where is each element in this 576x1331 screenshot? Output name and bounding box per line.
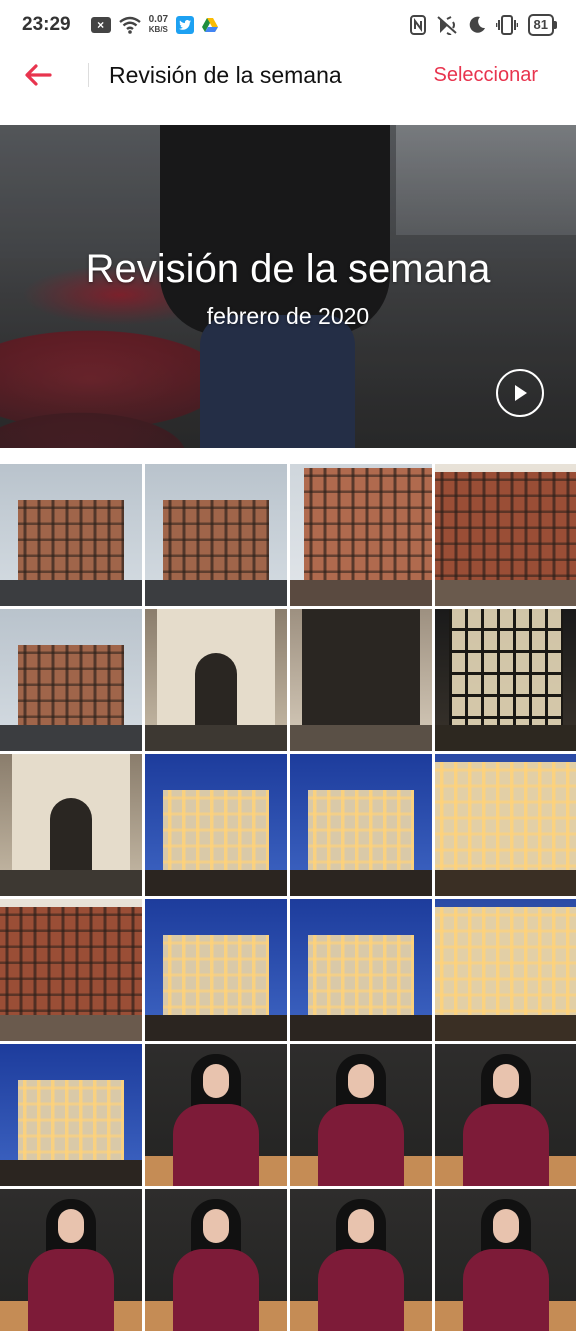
photo-thumbnail[interactable] — [145, 1044, 287, 1186]
photo-thumbnail[interactable] — [0, 1189, 142, 1331]
play-button[interactable] — [496, 369, 544, 417]
status-time: 23:29 — [22, 14, 71, 35]
status-bar-left: 23:29 × 0.07 KB/S — [22, 14, 219, 36]
photo-thumbnail[interactable] — [0, 754, 142, 896]
cover-subtitle: febrero de 2020 — [206, 303, 370, 329]
network-speed: 0.07 KB/S — [149, 15, 168, 35]
photo-thumbnail[interactable] — [290, 609, 432, 751]
photo-thumbnail[interactable] — [290, 754, 432, 896]
notification-x-icon: × — [90, 17, 111, 33]
photo-thumbnail[interactable] — [145, 1189, 287, 1331]
photo-thumbnail[interactable] — [290, 899, 432, 1041]
photo-thumbnail[interactable] — [290, 1189, 432, 1331]
select-button[interactable]: Seleccionar — [433, 64, 538, 87]
cover-title: Revisión de la semana — [85, 247, 491, 291]
memory-cover[interactable]: Revisión de la semana febrero de 2020 — [0, 125, 576, 448]
photo-thumbnail[interactable] — [435, 1189, 576, 1331]
vibrate-off-icon — [436, 15, 458, 35]
photo-thumbnail[interactable] — [0, 899, 142, 1041]
status-bar-right: 81 — [409, 14, 558, 36]
play-icon — [515, 385, 527, 401]
network-speed-unit: KB/S — [148, 25, 168, 34]
photo-thumbnail[interactable] — [435, 464, 576, 606]
photo-thumbnail[interactable] — [290, 464, 432, 606]
photo-thumbnail[interactable] — [290, 1044, 432, 1186]
nfc-icon — [409, 15, 426, 35]
moon-icon — [468, 16, 486, 34]
photo-thumbnail[interactable] — [435, 754, 576, 896]
wifi-icon — [118, 16, 141, 34]
battery-icon: 81 — [527, 14, 558, 36]
photo-grid — [0, 464, 576, 1331]
twitter-icon — [176, 16, 195, 34]
status-bar: 23:29 × 0.07 KB/S 81 — [0, 0, 576, 50]
photo-thumbnail[interactable] — [145, 609, 287, 751]
arrow-left-icon — [25, 64, 52, 86]
back-button[interactable] — [24, 50, 84, 100]
drive-icon — [202, 18, 219, 32]
photo-thumbnail[interactable] — [0, 1044, 142, 1186]
photo-thumbnail[interactable] — [145, 899, 287, 1041]
photo-thumbnail[interactable] — [0, 464, 142, 606]
photo-thumbnail[interactable] — [0, 609, 142, 751]
app-bar: Revisión de la semana Seleccionar — [0, 50, 576, 100]
photo-thumbnail[interactable] — [435, 1044, 576, 1186]
photo-thumbnail[interactable] — [145, 754, 287, 896]
photo-thumbnail[interactable] — [145, 464, 287, 606]
vibrate-icon — [495, 15, 518, 35]
photo-thumbnail[interactable] — [435, 899, 576, 1041]
app-bar-divider — [88, 63, 89, 87]
photo-thumbnail[interactable] — [435, 609, 576, 751]
network-speed-value: 0.07 — [148, 14, 169, 25]
page-title: Revisión de la semana — [109, 61, 342, 88]
